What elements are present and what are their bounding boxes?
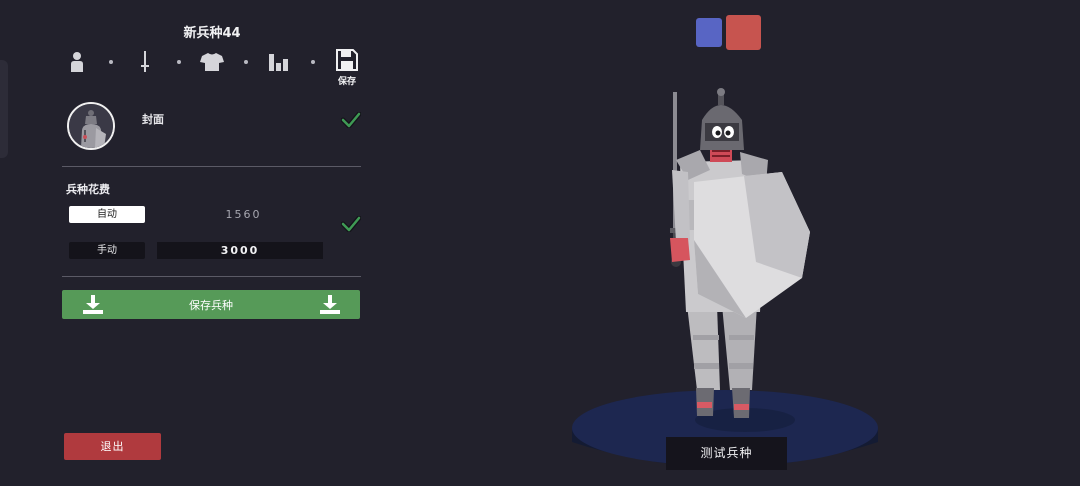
auto-cost-button[interactable]: 自动 — [69, 206, 145, 223]
manual-cost-button[interactable]: 手动 — [69, 242, 145, 259]
exit-button[interactable]: 退出 — [64, 433, 161, 460]
checkmark-icon — [341, 216, 361, 232]
unit-cost-title: 兵种花费 — [66, 183, 110, 196]
right-boot — [732, 388, 750, 418]
tab-weapons[interactable] — [133, 50, 157, 74]
sword-icon — [141, 51, 149, 72]
unit-cover-avatar[interactable] — [67, 102, 115, 150]
floppy-disk-icon — [336, 49, 358, 71]
unit-portrait — [69, 104, 113, 148]
test-unit-button[interactable]: 测试兵种 — [666, 437, 787, 470]
tab-separator-dot — [177, 60, 181, 64]
tab-stats[interactable] — [267, 50, 291, 74]
manual-cost-input[interactable] — [157, 242, 323, 259]
right-leg — [722, 305, 757, 390]
tab-unit-base[interactable] — [65, 50, 89, 74]
tab-separator-dot — [109, 60, 113, 64]
section-divider — [62, 276, 361, 277]
team-red-button[interactable] — [726, 15, 761, 50]
unit-preview-viewport[interactable] — [560, 80, 890, 475]
team-blue-button[interactable] — [696, 18, 722, 47]
unit-name-title: 新兵种44 — [183, 26, 241, 41]
person-icon — [71, 52, 83, 72]
shirt-icon — [200, 53, 224, 71]
save-tab-label: 保存 — [337, 77, 356, 87]
bar-chart-icon — [269, 54, 288, 71]
tab-save[interactable]: 保存 — [332, 48, 362, 88]
cover-row: 封面 — [62, 100, 362, 150]
section-divider — [62, 166, 361, 167]
side-drawer-tab[interactable] — [0, 60, 8, 158]
unit-preview-scene — [572, 88, 878, 467]
editor-tab-bar: 保存 — [62, 46, 362, 90]
auto-cost-value: 1560 — [225, 208, 262, 221]
save-unit-label: 保存兵种 — [189, 299, 233, 312]
cover-label: 封面 — [142, 113, 164, 126]
download-icon — [320, 295, 340, 314]
hand — [670, 238, 690, 262]
checkmark-icon — [341, 112, 361, 128]
save-unit-button[interactable]: 保存兵种 — [62, 290, 360, 319]
left-leg — [687, 305, 720, 390]
tab-clothing[interactable] — [200, 50, 224, 74]
tab-separator-dot — [244, 60, 248, 64]
tab-separator-dot — [311, 60, 315, 64]
